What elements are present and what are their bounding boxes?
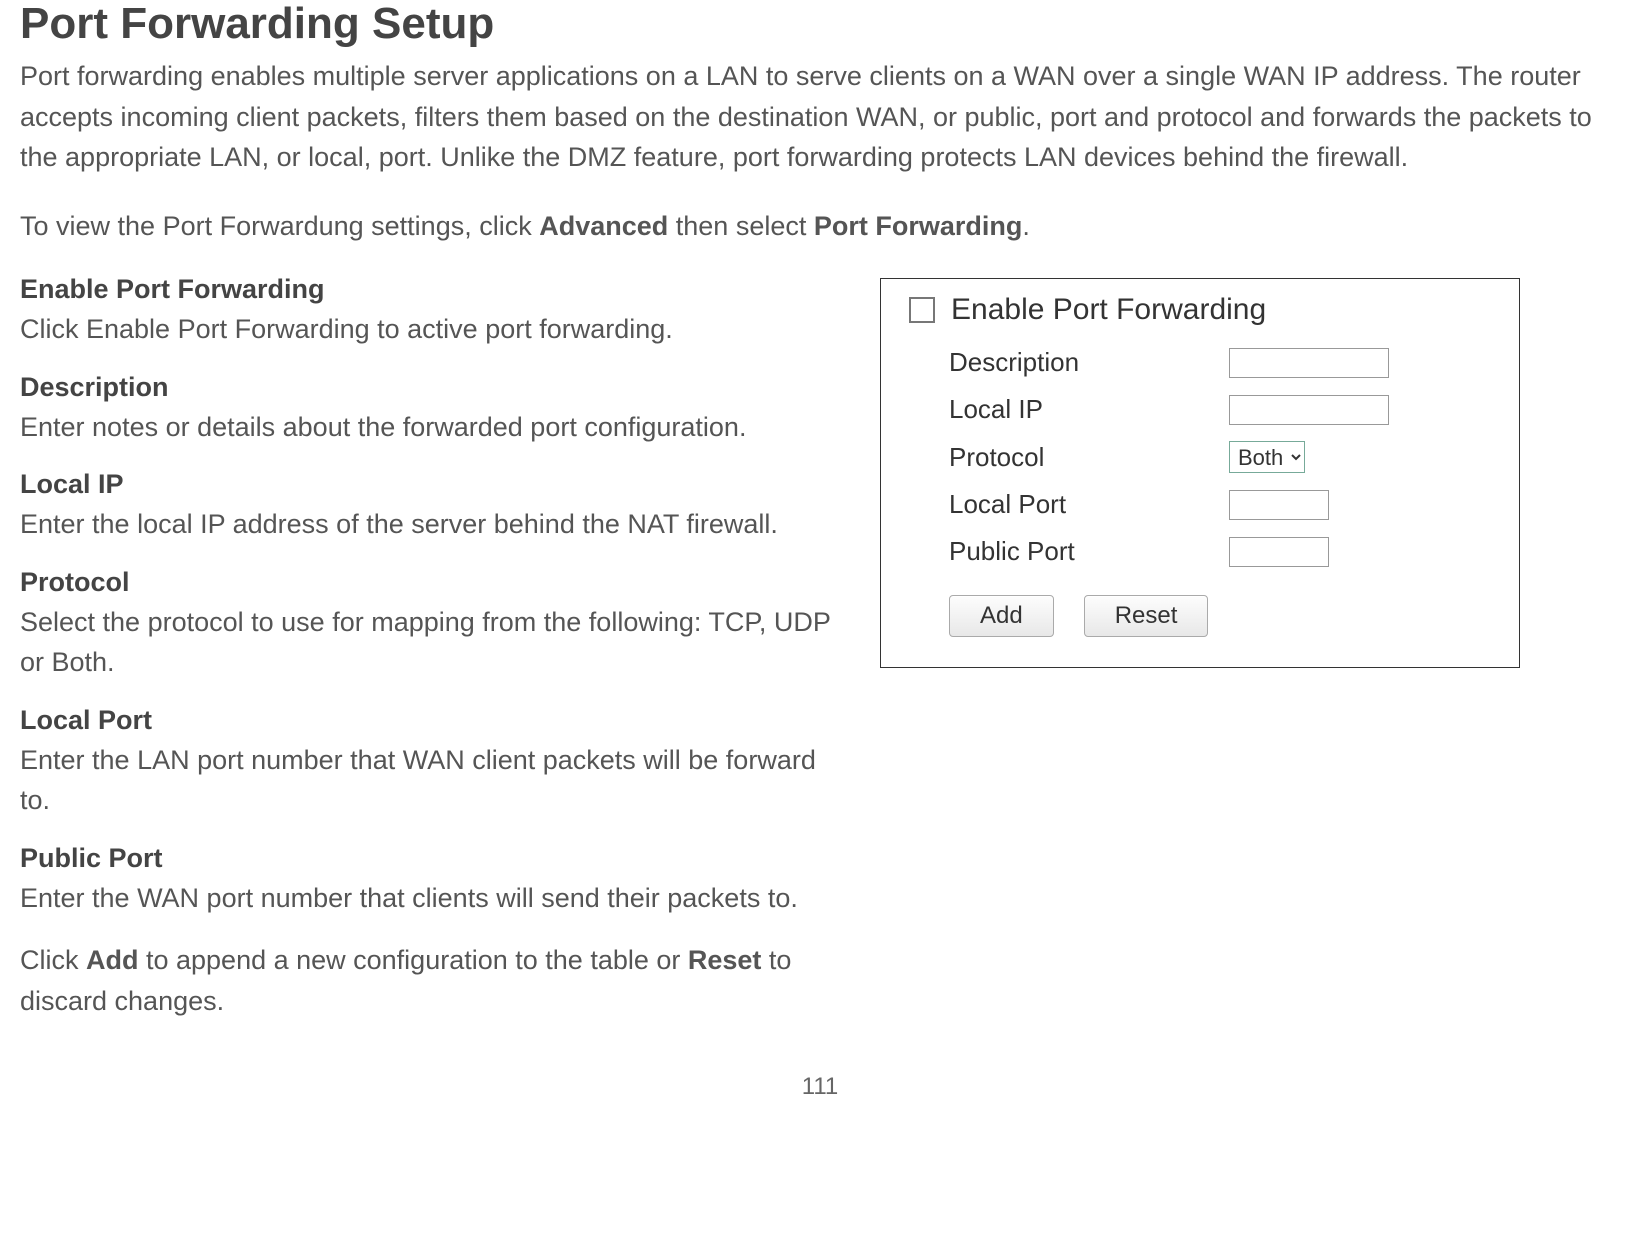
definitions-column: Enable Port Forwarding Click Enable Port… bbox=[20, 274, 840, 1043]
local-port-label: Local Port bbox=[949, 489, 1229, 520]
page-title: Port Forwarding Setup bbox=[20, 0, 1620, 48]
def-desc-enable: Click Enable Port Forwarding to active p… bbox=[20, 309, 840, 350]
nav-text-prefix: To view the Port Forwardung settings, cl… bbox=[20, 211, 539, 241]
closing-mid: to append a new configuration to the tab… bbox=[138, 945, 687, 975]
add-button[interactable]: Add bbox=[949, 595, 1054, 637]
def-term-description: Description bbox=[20, 372, 840, 403]
local-port-input[interactable] bbox=[1229, 490, 1329, 520]
def-desc-localport: Enter the LAN port number that WAN clien… bbox=[20, 740, 840, 821]
enable-label: Enable Port Forwarding bbox=[951, 293, 1266, 327]
nav-bold-advanced: Advanced bbox=[539, 211, 668, 241]
def-term-enable: Enable Port Forwarding bbox=[20, 274, 840, 305]
closing-instruction: Click Add to append a new configuration … bbox=[20, 940, 840, 1021]
nav-instruction: To view the Port Forwardung settings, cl… bbox=[20, 206, 1620, 247]
closing-bold-reset: Reset bbox=[688, 945, 762, 975]
def-term-protocol: Protocol bbox=[20, 567, 840, 598]
description-label: Description bbox=[949, 347, 1229, 378]
nav-text-suffix: . bbox=[1022, 211, 1030, 241]
intro-paragraph: Port forwarding enables multiple server … bbox=[20, 56, 1620, 178]
description-input[interactable] bbox=[1229, 348, 1389, 378]
reset-button[interactable]: Reset bbox=[1084, 595, 1209, 637]
def-term-localip: Local IP bbox=[20, 469, 840, 500]
nav-bold-portforwarding: Port Forwarding bbox=[814, 211, 1023, 241]
nav-text-mid: then select bbox=[668, 211, 814, 241]
def-desc-description: Enter notes or details about the forward… bbox=[20, 407, 840, 448]
page-number: 111 bbox=[20, 1073, 1620, 1101]
protocol-select[interactable]: Both bbox=[1229, 441, 1305, 473]
local-ip-input[interactable] bbox=[1229, 395, 1389, 425]
def-term-publicport: Public Port bbox=[20, 843, 840, 874]
closing-prefix: Click bbox=[20, 945, 86, 975]
def-desc-publicport: Enter the WAN port number that clients w… bbox=[20, 878, 840, 919]
closing-bold-add: Add bbox=[86, 945, 138, 975]
def-desc-protocol: Select the protocol to use for mapping f… bbox=[20, 602, 840, 683]
def-desc-localip: Enter the local IP address of the server… bbox=[20, 504, 840, 545]
enable-row[interactable]: Enable Port Forwarding bbox=[909, 293, 1491, 327]
checkbox-icon[interactable] bbox=[909, 297, 935, 323]
public-port-input[interactable] bbox=[1229, 537, 1329, 567]
def-term-localport: Local Port bbox=[20, 705, 840, 736]
port-forwarding-panel: Enable Port Forwarding Description Local… bbox=[880, 278, 1520, 668]
public-port-label: Public Port bbox=[949, 536, 1229, 567]
protocol-label: Protocol bbox=[949, 442, 1229, 473]
local-ip-label: Local IP bbox=[949, 394, 1229, 425]
